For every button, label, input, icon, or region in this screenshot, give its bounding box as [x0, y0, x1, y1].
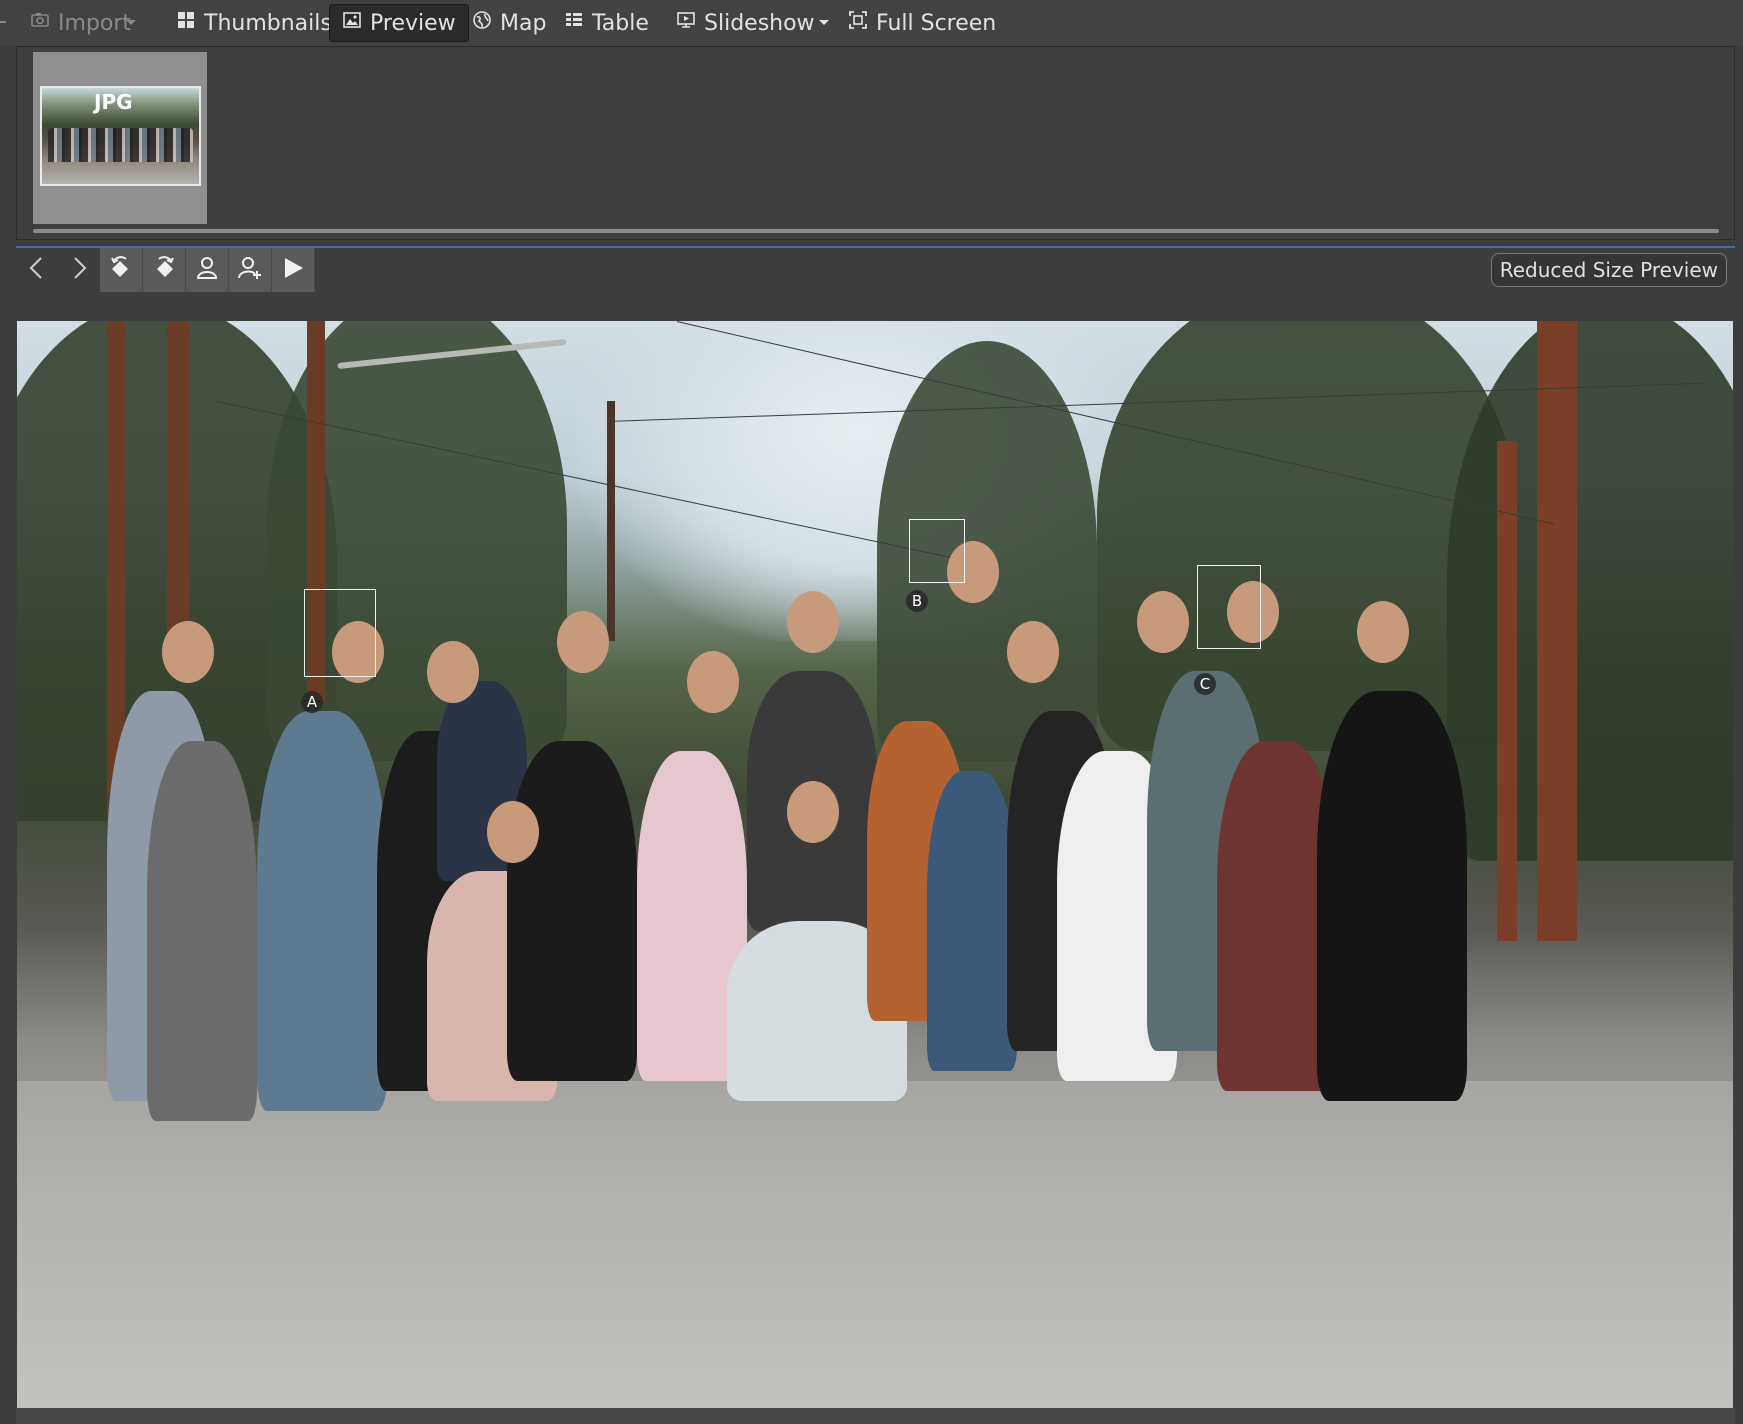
- file-type-badge: JPG: [94, 90, 133, 114]
- fullscreen-button[interactable]: Full Screen: [836, 4, 1008, 42]
- photo-utility-pole: [607, 401, 615, 641]
- preview-image[interactable]: A B C: [17, 321, 1733, 1409]
- slideshow-button[interactable]: Slideshow: [664, 4, 827, 42]
- back-arrow-icon: [24, 255, 50, 285]
- table-label: Table: [592, 10, 649, 36]
- photo-person: [927, 771, 1017, 1071]
- rotate-left-button[interactable]: [100, 248, 143, 292]
- photo-trunk: [167, 321, 189, 641]
- map-button[interactable]: Map: [460, 4, 558, 42]
- photo-face: [787, 781, 839, 843]
- thumbnails-button[interactable]: Thumbnails: [164, 4, 344, 42]
- play-slideshow-button[interactable]: [272, 248, 315, 292]
- table-icon: [564, 10, 584, 36]
- thumbnail-strip: JPG: [16, 46, 1735, 240]
- thumbnails-label: Thumbnails: [204, 10, 332, 36]
- thumbnail-scrollbar[interactable]: [33, 229, 1719, 233]
- photo-face: [1357, 601, 1409, 663]
- previous-image-button[interactable]: [16, 248, 58, 292]
- rotate-right-icon: [151, 255, 177, 285]
- slideshow-icon: [676, 10, 696, 36]
- photo-face: [487, 801, 539, 863]
- photo-person: [507, 741, 637, 1081]
- face-box-a[interactable]: [304, 589, 376, 677]
- fullscreen-icon: [848, 10, 868, 36]
- photo-tree: [1447, 321, 1733, 861]
- photo-face: [687, 651, 739, 713]
- photo-person: [147, 741, 257, 1121]
- table-button[interactable]: Table: [552, 4, 661, 42]
- next-image-button[interactable]: [58, 248, 100, 292]
- preview-label: Preview: [370, 10, 456, 36]
- camera-icon: [30, 10, 50, 36]
- photo-person: [257, 711, 387, 1111]
- preview-toolbar: [16, 248, 315, 292]
- photo-face: [162, 621, 214, 683]
- preview-panel: Reduced Size Preview A B C: [16, 246, 1735, 1424]
- photo-face: [557, 611, 609, 673]
- photo-trunk: [1497, 441, 1517, 941]
- thumbnail-item[interactable]: JPG: [33, 52, 207, 224]
- face-tag-a[interactable]: A: [301, 691, 323, 713]
- preview-button[interactable]: Preview: [329, 4, 469, 42]
- add-person-icon: [237, 255, 263, 285]
- photo-trunk: [1537, 321, 1577, 941]
- face-tag-c[interactable]: C: [1194, 673, 1216, 695]
- rotate-right-button[interactable]: [143, 248, 186, 292]
- image-icon: [342, 10, 362, 36]
- chevron-down-icon: [124, 14, 138, 33]
- rotate-left-icon: [108, 255, 134, 285]
- thumbnail-image: JPG: [40, 86, 201, 186]
- face-box-c[interactable]: [1197, 565, 1261, 649]
- map-label: Map: [500, 10, 547, 36]
- chevron-down-icon: [817, 14, 831, 33]
- main-toolbar: Import Thumbnails Preview Map Table Slid…: [0, 0, 1743, 46]
- fullscreen-label: Full Screen: [876, 10, 997, 36]
- panel-edge-marker: [0, 21, 6, 23]
- photo-face: [1007, 621, 1059, 683]
- add-face-button[interactable]: [229, 248, 272, 292]
- photo-face: [1137, 591, 1189, 653]
- person-icon: [194, 255, 220, 285]
- photo-person: [1317, 691, 1467, 1101]
- import-label: Import: [58, 10, 132, 36]
- photo-face: [427, 641, 479, 703]
- slideshow-dropdown-arrow[interactable]: [817, 4, 831, 42]
- face-tag-button[interactable]: [186, 248, 229, 292]
- reduced-size-preview-label: Reduced Size Preview: [1490, 253, 1727, 287]
- slideshow-label: Slideshow: [704, 10, 815, 36]
- photo-face: [787, 591, 839, 653]
- photo-road: [17, 1081, 1733, 1409]
- thumbnail-people-shapes: [48, 128, 193, 162]
- play-icon: [280, 255, 306, 285]
- preview-bottom-edge: [16, 1408, 1735, 1424]
- grid-icon: [176, 10, 196, 36]
- globe-icon: [472, 10, 492, 36]
- face-box-b[interactable]: [909, 519, 965, 583]
- import-dropdown-arrow[interactable]: [124, 4, 138, 42]
- forward-arrow-icon: [66, 255, 92, 285]
- face-tag-b[interactable]: B: [906, 590, 928, 612]
